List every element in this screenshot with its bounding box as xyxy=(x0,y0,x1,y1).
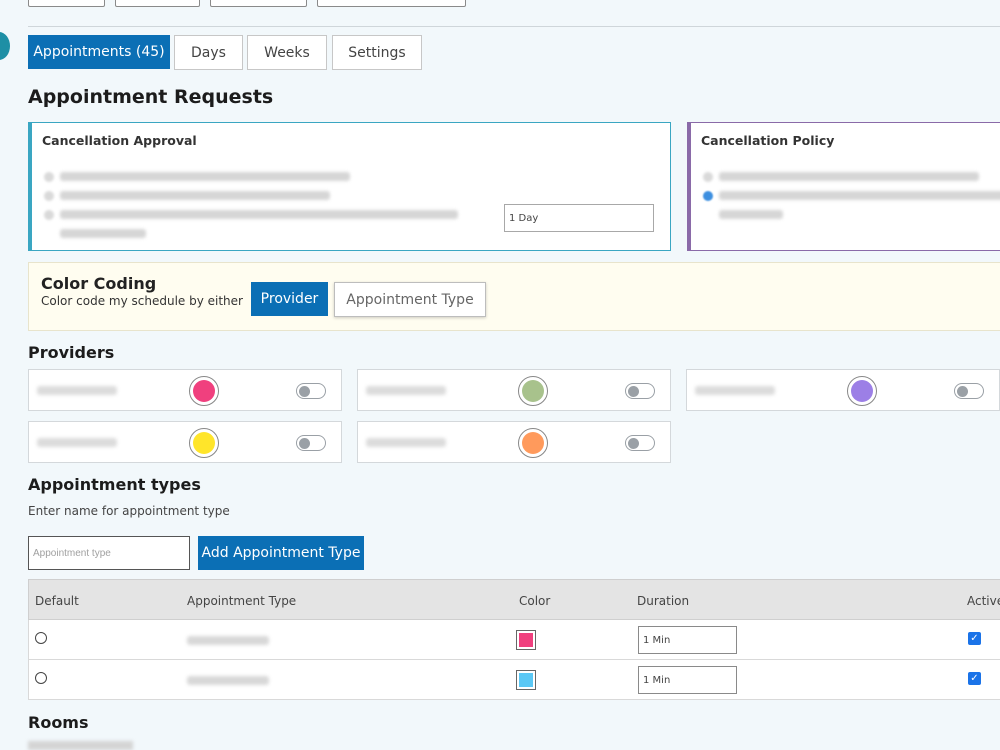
provider-color-swatch[interactable] xyxy=(518,428,548,458)
appointment-types-table: Default Appointment Type Color Duration … xyxy=(28,579,1000,700)
appointment-type-button[interactable]: Appointment Type xyxy=(334,282,486,317)
approval-option-radio-2[interactable] xyxy=(44,191,54,201)
active-checkbox[interactable]: ✓ xyxy=(968,672,981,685)
approval-days-input[interactable]: 1 Day xyxy=(504,204,654,232)
color-coding-panel: Color Coding Color code my schedule by e… xyxy=(28,262,1000,331)
add-appointment-type-button[interactable]: Add Appointment Type xyxy=(198,536,364,570)
appointment-type-name xyxy=(187,636,269,645)
active-checkbox[interactable]: ✓ xyxy=(968,632,981,645)
default-radio[interactable] xyxy=(35,632,47,644)
top-button-3[interactable] xyxy=(210,0,307,7)
provider-card xyxy=(28,369,342,411)
policy-option-label-1 xyxy=(719,172,979,181)
appointment-type-hint: Enter name for appointment type xyxy=(28,504,230,518)
column-header-active: Active xyxy=(967,594,1000,608)
column-header-appointment-type: Appointment Type xyxy=(187,594,297,608)
appointment-type-input[interactable] xyxy=(28,536,190,570)
default-radio[interactable] xyxy=(35,672,47,684)
cancellation-approval-title: Cancellation Approval xyxy=(42,133,197,148)
policy-option-label-2-cont xyxy=(719,210,783,219)
approval-option-label-2 xyxy=(60,191,330,200)
top-button-1[interactable] xyxy=(28,0,105,7)
approval-option-label-1 xyxy=(60,172,350,181)
row-color-swatch[interactable] xyxy=(516,670,536,690)
color-coding-title: Color Coding xyxy=(41,274,157,293)
provider-name xyxy=(366,386,446,395)
color-dot xyxy=(851,380,873,402)
provider-name xyxy=(37,386,117,395)
provider-name xyxy=(37,438,117,447)
appointment-type-name xyxy=(187,676,269,685)
policy-option-label-2 xyxy=(719,191,1000,200)
rooms-title: Rooms xyxy=(28,713,89,732)
divider xyxy=(28,26,1000,27)
provider-name xyxy=(366,438,446,447)
help-bubble[interactable] xyxy=(0,32,10,60)
provider-color-swatch[interactable] xyxy=(847,376,877,406)
provider-card xyxy=(686,369,1000,411)
color-dot xyxy=(522,380,544,402)
top-button-2[interactable] xyxy=(115,0,200,7)
tab-settings[interactable]: Settings xyxy=(332,35,422,70)
cancellation-approval-panel: Cancellation Approval 1 Day xyxy=(28,122,671,251)
providers-title: Providers xyxy=(28,343,115,362)
table-row: 1 Min ✓ xyxy=(28,660,1000,700)
policy-option-radio-2[interactable] xyxy=(703,191,713,201)
provider-button[interactable]: Provider xyxy=(251,282,328,316)
approval-option-label-3-cont xyxy=(60,229,146,238)
color-coding-subtitle: Color code my schedule by either xyxy=(41,294,243,308)
tab-appointments[interactable]: Appointments (45) xyxy=(28,35,170,69)
provider-card xyxy=(357,421,671,463)
page-title: Appointment Requests xyxy=(28,86,274,108)
provider-toggle[interactable] xyxy=(296,435,326,451)
provider-toggle[interactable] xyxy=(296,383,326,399)
color-dot xyxy=(193,380,215,402)
duration-input[interactable]: 1 Min xyxy=(638,626,737,654)
approval-option-radio-3[interactable] xyxy=(44,210,54,220)
approval-option-label-3 xyxy=(60,210,458,219)
row-color-swatch[interactable] xyxy=(516,630,536,650)
tab-weeks[interactable]: Weeks xyxy=(247,35,327,70)
provider-color-swatch[interactable] xyxy=(189,428,219,458)
color-dot xyxy=(193,432,215,454)
policy-option-radio-1[interactable] xyxy=(703,172,713,182)
provider-color-swatch[interactable] xyxy=(189,376,219,406)
top-button-4[interactable] xyxy=(317,0,466,7)
color-dot xyxy=(522,432,544,454)
rooms-hint xyxy=(28,741,133,750)
provider-toggle[interactable] xyxy=(625,383,655,399)
column-header-color: Color xyxy=(519,594,551,608)
provider-card xyxy=(357,369,671,411)
provider-color-swatch[interactable] xyxy=(518,376,548,406)
provider-toggle[interactable] xyxy=(954,383,984,399)
table-row: 1 Min ✓ xyxy=(28,620,1000,660)
approval-option-radio-1[interactable] xyxy=(44,172,54,182)
provider-card xyxy=(28,421,342,463)
duration-input[interactable]: 1 Min xyxy=(638,666,737,694)
column-header-default: Default xyxy=(35,594,79,608)
cancellation-policy-panel: Cancellation Policy xyxy=(687,122,1000,251)
provider-name xyxy=(695,386,775,395)
column-header-duration: Duration xyxy=(637,594,690,608)
appointment-types-title: Appointment types xyxy=(28,475,201,494)
table-header: Default Appointment Type Color Duration … xyxy=(28,579,1000,620)
provider-toggle[interactable] xyxy=(625,435,655,451)
cancellation-policy-title: Cancellation Policy xyxy=(701,133,835,148)
tab-days[interactable]: Days xyxy=(174,35,243,70)
